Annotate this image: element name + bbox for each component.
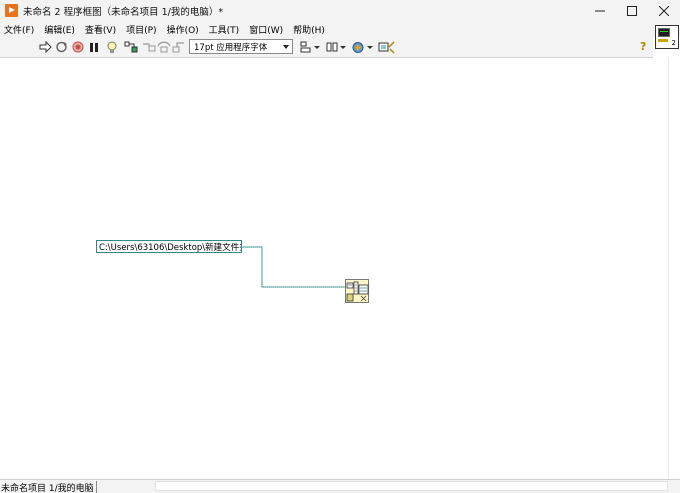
list-folder-icon: [346, 281, 369, 302]
path-constant-value: C:\Users\63106\Desktop\新建文件夹: [99, 242, 242, 253]
path-constant[interactable]: C:\Users\63106\Desktop\新建文件夹: [96, 240, 242, 253]
horizontal-scrollbar[interactable]: [155, 481, 668, 491]
project-path-label: 未命名项目 1/我的电脑: [1, 481, 97, 493]
subvi-node[interactable]: [345, 279, 369, 303]
